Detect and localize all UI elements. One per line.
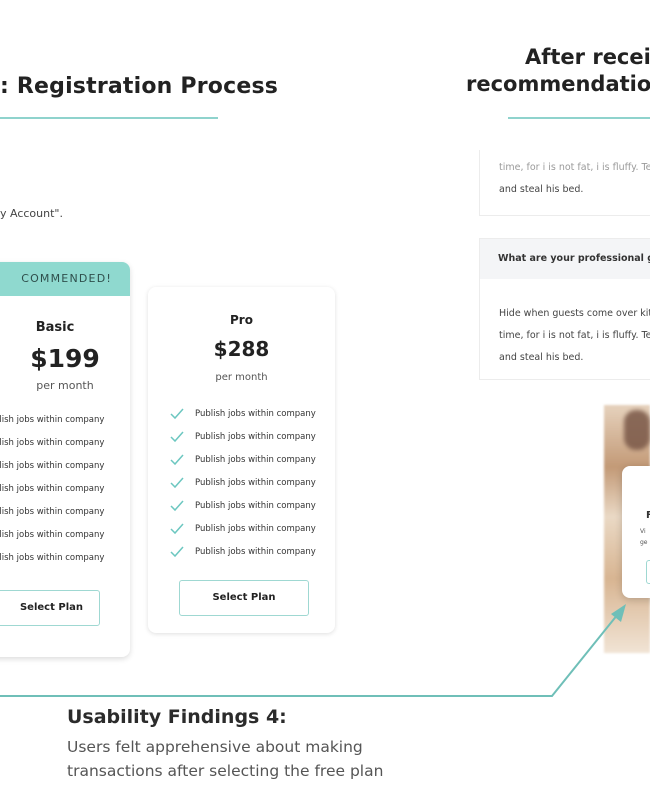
pro-plan-card: Pro $288 per month Publish jobs within c…: [148, 287, 335, 633]
section-title-registration: : Registration Process: [0, 74, 279, 99]
title-underline-right: [508, 117, 650, 119]
question-header: What are your professional goal: [480, 239, 650, 279]
answer-line: and steal his bed.: [499, 184, 584, 195]
plan-feature: blish jobs within company: [0, 507, 105, 517]
question-card: What are your professional goal Hide whe…: [479, 238, 650, 380]
findings-body: Users felt apprehensive about making tra…: [67, 735, 383, 783]
findings-line: transactions after selecting the free pl…: [67, 762, 384, 780]
answer-text: time, for i is not fat, i is fluffy. Ter…: [499, 157, 650, 201]
answer-line: time, for i is not fat, i is fluffy. Ter…: [499, 162, 650, 173]
title-underline: [0, 117, 218, 119]
answer-line: time, for i is not fat, i is fluffy. Ter…: [499, 330, 650, 341]
answer-text: Hide when guests come over kitt time, fo…: [499, 303, 650, 369]
plan-price: $199: [30, 344, 100, 373]
question-text: What are your professional goal: [498, 253, 650, 264]
answer-line: Hide when guests come over kitt: [499, 308, 650, 319]
plan-feature: Publish jobs within company: [195, 547, 316, 557]
plan-feature: blish jobs within company: [0, 438, 105, 448]
plan-feature: Publish jobs within company: [195, 524, 316, 534]
plan-feature: Publish jobs within company: [195, 432, 316, 442]
title-line-1: After recei: [525, 45, 650, 69]
check-icon: [170, 500, 184, 512]
plan-feature: Publish jobs within company: [195, 501, 316, 511]
plan-feature: Publish jobs within company: [195, 409, 316, 419]
basic-plan-card: COMMENDED! Basic $199 per month blish jo…: [0, 262, 130, 657]
title-line-2: recommendatio: [466, 72, 650, 96]
section-title-after-recommendation: After recei recommendatio: [466, 44, 650, 98]
modal-text: ge: [640, 539, 648, 546]
plan-feature: blish jobs within company: [0, 553, 105, 563]
plan-feature: Publish jobs within company: [195, 455, 316, 465]
check-icon: [170, 408, 184, 420]
answer-line: and steal his bed.: [499, 352, 584, 363]
recommended-banner: COMMENDED!: [0, 262, 130, 296]
select-pro-plan-button[interactable]: Select Plan: [179, 580, 309, 616]
check-icon: [170, 431, 184, 443]
photo-person: [624, 410, 650, 450]
plan-feature: blish jobs within company: [0, 530, 105, 540]
instruction-text: y Account".: [0, 207, 63, 220]
plan-name: Pro: [230, 313, 253, 327]
plan-feature: Publish jobs within company: [195, 478, 316, 488]
modal-title: F: [646, 510, 650, 521]
plan-period: per month: [36, 379, 94, 392]
findings-line: Users felt apprehensive about making: [67, 738, 363, 756]
check-icon: [170, 454, 184, 466]
findings-title: Usability Findings 4:: [67, 706, 287, 728]
check-icon: [170, 477, 184, 489]
plan-feature: blish jobs within company: [0, 415, 105, 425]
answer-card: time, for i is not fat, i is fluffy. Ter…: [479, 150, 650, 216]
modal-text: Vi: [640, 528, 646, 535]
plan-name: Basic: [35, 320, 75, 335]
select-basic-plan-button[interactable]: Select Plan: [0, 590, 100, 626]
plan-price: $288: [213, 337, 270, 361]
plan-feature: blish jobs within company: [0, 484, 105, 494]
plan-feature: blish jobs within company: [0, 461, 105, 471]
popup-modal: F Vi ge: [622, 466, 650, 598]
modal-button[interactable]: [646, 560, 650, 584]
plan-period: per month: [215, 372, 268, 383]
check-icon: [170, 546, 184, 558]
check-icon: [170, 523, 184, 535]
